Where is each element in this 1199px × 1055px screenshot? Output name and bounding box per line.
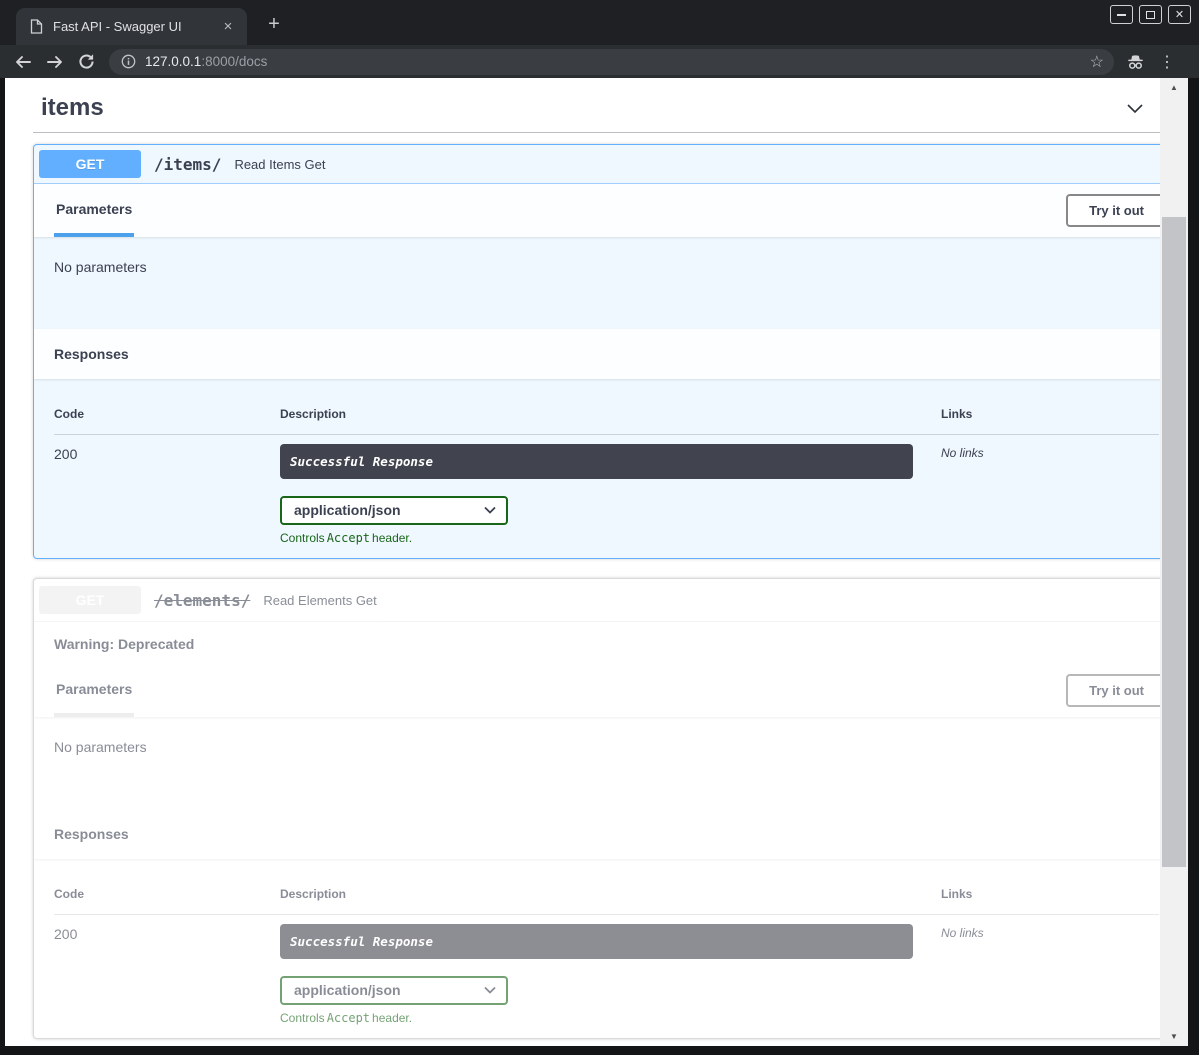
method-badge: GET (39, 150, 141, 178)
links-value: No links (941, 435, 1159, 545)
tab-title: Fast API - Swagger UI (53, 19, 219, 34)
column-links: Links (941, 887, 1159, 914)
browser-tab[interactable]: Fast API - Swagger UI × (16, 8, 247, 45)
bookmark-star-icon[interactable]: ☆ (1090, 52, 1104, 72)
column-links: Links (941, 407, 1159, 434)
accept-header-hint: ControlsAcceptheader. (280, 531, 941, 545)
section-items-header[interactable]: items (33, 90, 1180, 133)
opblock-summary-items[interactable]: GET /items/ Read Items Get (34, 145, 1179, 184)
document-icon (30, 19, 43, 34)
responses-title: Responses (54, 346, 129, 362)
window-controls: ✕ (1110, 5, 1191, 24)
section-title: items (41, 94, 104, 122)
no-parameters-text: No parameters (34, 717, 1179, 809)
responses-header: Responses (34, 329, 1179, 379)
column-code: Code (54, 887, 280, 914)
try-it-out-button[interactable]: Try it out (1066, 194, 1167, 227)
endpoint-summary: Read Items Get (234, 157, 325, 172)
endpoint-path: /items/ (154, 155, 221, 174)
column-code: Code (54, 407, 280, 434)
opblock-get-elements: GET /elements/ Read Elements Get Warning… (33, 578, 1180, 1039)
chevron-down-icon (1124, 97, 1146, 119)
opblock-summary-elements[interactable]: GET /elements/ Read Elements Get (34, 579, 1179, 622)
parameters-header: Parameters Try it out (34, 184, 1179, 237)
new-tab-button[interactable]: + (262, 14, 286, 34)
deprecated-warning: Warning: Deprecated (34, 622, 1179, 664)
select-chevron-icon (484, 986, 496, 994)
minimize-button[interactable] (1110, 5, 1133, 24)
try-it-out-button[interactable]: Try it out (1066, 674, 1167, 707)
tab-close-icon[interactable]: × (219, 18, 237, 36)
page-content: items GET /items/ Read Items Get Paramet… (5, 78, 1188, 1046)
media-type-select[interactable]: application/json (280, 976, 508, 1005)
column-description: Description (280, 887, 941, 914)
incognito-icon (1126, 53, 1145, 70)
response-description: Successful Response (280, 444, 913, 479)
responses-title: Responses (54, 826, 129, 842)
accept-header-hint: ControlsAcceptheader. (280, 1011, 941, 1025)
no-parameters-text: No parameters (34, 237, 1179, 329)
close-window-button[interactable]: ✕ (1168, 5, 1191, 24)
opblock-get-items: GET /items/ Read Items Get Parameters Tr… (33, 144, 1180, 559)
page-scrollbar[interactable]: ▲ ▼ (1160, 78, 1188, 1046)
tab-strip: Fast API - Swagger UI × + ✕ (0, 0, 1199, 45)
response-row: 200 Successful Response application/json… (54, 435, 1159, 545)
parameters-header: Parameters Try it out (34, 664, 1179, 717)
tab-parameters[interactable]: Parameters (54, 664, 134, 717)
scroll-down-icon[interactable]: ▼ (1160, 1032, 1188, 1041)
browser-menu-icon[interactable]: ⋮ (1159, 52, 1175, 72)
url-path: :8000/docs (201, 54, 267, 69)
endpoint-summary: Read Elements Get (263, 593, 376, 608)
select-chevron-icon (484, 506, 496, 514)
column-description: Description (280, 407, 941, 434)
responses-table: Code Description Links 200 Successful Re… (34, 859, 1179, 1038)
links-value: No links (941, 915, 1159, 1025)
media-type-select[interactable]: application/json (280, 496, 508, 525)
endpoint-path: /elements/ (154, 591, 250, 610)
response-code: 200 (54, 435, 280, 545)
back-button[interactable] (14, 54, 32, 70)
media-type-value: application/json (294, 982, 401, 998)
scroll-up-icon[interactable]: ▲ (1160, 83, 1188, 92)
response-code: 200 (54, 915, 280, 1025)
browser-toolbar: 127.0.0.1:8000/docs ☆ ⋮ (0, 45, 1199, 78)
responses-table: Code Description Links 200 Successful Re… (34, 379, 1179, 558)
maximize-button[interactable] (1139, 5, 1162, 24)
info-icon[interactable] (121, 54, 136, 69)
tab-parameters[interactable]: Parameters (54, 184, 134, 237)
scrollbar-thumb[interactable] (1162, 217, 1186, 867)
forward-button[interactable] (46, 54, 64, 70)
url-host: 127.0.0.1 (145, 54, 201, 69)
method-badge: GET (39, 586, 141, 614)
maximize-icon (1146, 11, 1155, 19)
reload-button[interactable] (78, 53, 95, 70)
address-bar[interactable]: 127.0.0.1:8000/docs ☆ (109, 49, 1114, 75)
responses-header: Responses (34, 809, 1179, 859)
response-row: 200 Successful Response application/json… (54, 915, 1159, 1025)
media-type-value: application/json (294, 502, 401, 518)
response-description: Successful Response (280, 924, 913, 959)
minimize-icon (1117, 14, 1126, 16)
